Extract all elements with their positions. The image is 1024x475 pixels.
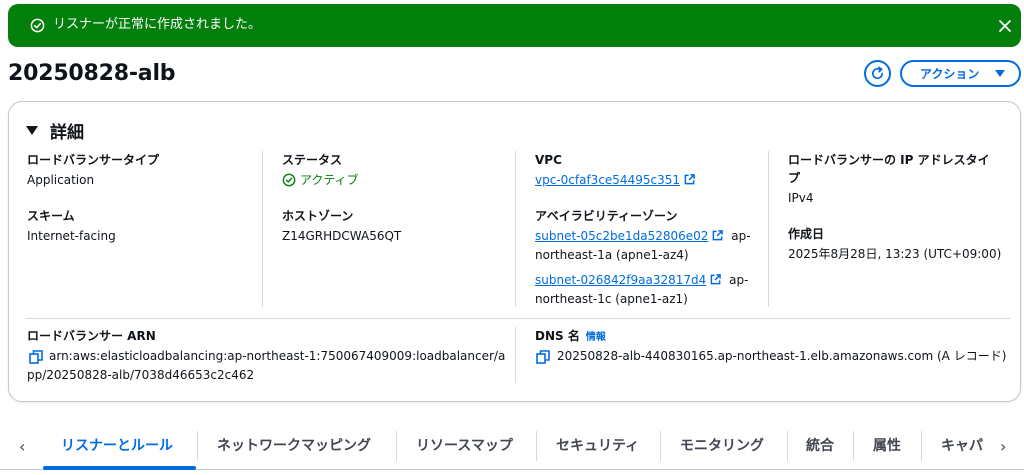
flash-message: リスナーが正常に作成されました。 (53, 17, 262, 32)
tab-divider (197, 431, 198, 461)
created-label: 作成日 (788, 227, 825, 241)
scheme-value: Internet-facing (27, 229, 116, 243)
subnet-region-prefix: ap- (731, 229, 751, 243)
tab-divider (853, 431, 854, 461)
status-indicator: アクティブ (282, 172, 359, 188)
tab-divider (787, 431, 788, 461)
success-flash-banner: リスナーが正常に作成されました。 (8, 4, 1021, 47)
lb-type-value: Application (27, 173, 95, 187)
status-value: アクティブ (300, 173, 359, 187)
caret-down-icon (26, 126, 38, 135)
arn-line1: arn:aws:elasticloadbalancing:ap-northeas… (49, 349, 506, 363)
subnet-item: subnet-026842f9aa32817d4 ap- northeast-1… (535, 271, 760, 309)
status-label: ステータス (282, 153, 343, 167)
tabs-scroll-left-icon[interactable]: ‹ (19, 437, 25, 456)
ip-type-label-line1: ロードバランサーの IP アドレスタイ (788, 153, 990, 167)
external-link-icon[interactable] (684, 174, 695, 185)
refresh-icon (872, 66, 884, 80)
column-divider (515, 151, 516, 307)
tab-attributes[interactable]: 属性 (873, 436, 901, 456)
details-section-header[interactable]: 詳細 (26, 118, 84, 143)
refresh-button[interactable] (864, 60, 891, 87)
tab-divider (396, 431, 397, 461)
info-link[interactable]: 情報 (586, 332, 606, 343)
copy-icon[interactable] (536, 350, 550, 364)
page-title: 20250828-alb (8, 61, 176, 86)
vpc-label: VPC (535, 153, 562, 167)
subnet-region-prefix: ap- (729, 273, 749, 287)
vpc-link[interactable]: vpc-0cfaf3ce54495c351 (535, 173, 680, 187)
details-section-title: 詳細 (50, 123, 84, 143)
subnet-link[interactable]: subnet-05c2be1da52806e02 (535, 229, 708, 243)
caret-down-icon (995, 70, 1005, 77)
tab-resource-map[interactable]: リソースマップ (416, 436, 513, 456)
hosted-zone-value: Z14GRHDCWA56QT (282, 229, 402, 243)
arn-value: arn:aws:elasticloadbalancing:ap-northeas… (27, 347, 507, 385)
az-label: アベイラビリティーゾーン (535, 209, 678, 223)
created-value: 2025年8月28日, 13:23 (UTC+09:00) (788, 247, 1002, 261)
hosted-zone-label: ホストゾーン (282, 209, 354, 223)
external-link-icon[interactable] (710, 274, 722, 285)
tab-divider (921, 431, 922, 461)
subnet-item: subnet-05c2be1da52806e02 ap- northeast-1… (535, 227, 760, 265)
check-circle-icon (30, 18, 45, 33)
subnet-link[interactable]: subnet-026842f9aa32817d4 (535, 273, 706, 287)
dns-label: DNS 名情報 (535, 327, 606, 347)
subnet-az: northeast-1c (apne1-az1) (535, 292, 688, 306)
tab-integrations[interactable]: 統合 (806, 436, 834, 456)
external-link-icon[interactable] (712, 230, 724, 241)
column-divider (515, 327, 516, 383)
actions-button[interactable]: アクション (900, 60, 1021, 87)
check-circle-icon (282, 173, 296, 187)
column-divider (768, 151, 769, 307)
vpc-value: vpc-0cfaf3ce54495c351 (535, 171, 695, 190)
tab-security[interactable]: セキュリティ (556, 436, 639, 456)
active-tab-indicator (43, 466, 196, 470)
scheme-label: スキーム (27, 209, 75, 223)
arn-line2: pp/20250828-alb/7038d46653c2c462 (27, 368, 255, 382)
tab-capacity[interactable]: キャパ (941, 436, 988, 456)
dns-value: 20250828-alb-440830165.ap-northeast-1.el… (557, 349, 1007, 363)
subnet-az: northeast-1a (apne1-az4) (535, 248, 689, 262)
ip-type-value: IPv4 (788, 191, 814, 205)
tab-divider (660, 431, 661, 461)
dns-label-text: DNS 名 (535, 329, 580, 343)
ip-type-label: ロードバランサーの IP アドレスタイ プ (788, 151, 990, 187)
column-divider (262, 151, 263, 307)
lb-type-label: ロードバランサータイプ (27, 153, 160, 167)
row-divider (26, 318, 1011, 319)
tab-network-mapping[interactable]: ネットワークマッピング (217, 436, 371, 456)
ip-type-label-line2: プ (788, 171, 801, 185)
tabs-scroll-right-icon[interactable]: › (1000, 437, 1006, 456)
arn-label: ロードバランサー ARN (27, 329, 156, 343)
tab-listeners-rules[interactable]: リスナーとルール (61, 436, 173, 456)
tab-monitoring[interactable]: モニタリング (680, 436, 764, 456)
actions-button-label: アクション (920, 67, 980, 81)
tab-divider (536, 431, 537, 461)
close-icon[interactable] (998, 19, 1012, 33)
